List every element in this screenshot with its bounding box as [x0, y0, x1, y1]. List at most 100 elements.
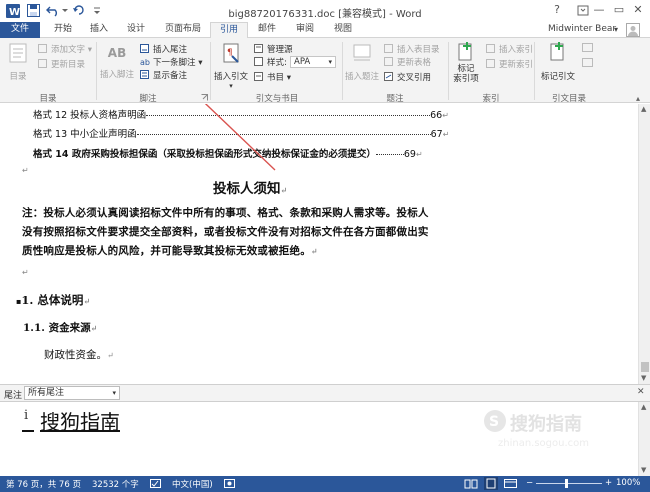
mark-entry-button[interactable]: 标记 索引项 [450, 42, 482, 84]
insert-citation-button[interactable]: ¶ 插入引文 ▾ [214, 42, 248, 90]
insert-footnote-label: 插入脚注 [100, 70, 135, 80]
close-button[interactable]: ✕ [626, 0, 650, 22]
zoom-slider[interactable] [536, 483, 602, 484]
footnote-ab-icon: AB [107, 46, 127, 60]
watermark-text: 搜狗指南 [510, 414, 582, 435]
mark-entry-label: 标记 索引项 [453, 64, 479, 84]
undo-icon[interactable] [46, 4, 62, 18]
style-icon [254, 57, 264, 66]
insert-citation-dropdown-icon: ▾ [229, 82, 233, 90]
endnote-pane-label: 尾注 [4, 391, 23, 401]
citation-style-select[interactable]: APA ▾ [290, 56, 336, 68]
collapse-ribbon-icon[interactable]: ▴ [636, 94, 640, 103]
zoom-level[interactable]: 100% [616, 478, 640, 488]
endnote-pane[interactable]: i 搜狗指南 S 搜狗指南 zhinan.sogou.com [0, 402, 638, 476]
update-table-of-authorities-icon[interactable] [582, 58, 594, 68]
language-indicator[interactable]: 中文(中国) [172, 478, 213, 490]
insert-citation-label: 插入引文 [214, 72, 249, 82]
group-label-footnotes: 脚注 [139, 94, 157, 104]
insert-index-button[interactable]: 插入索引 [486, 43, 533, 55]
add-text-button[interactable]: 添加文字 ▾ [38, 43, 92, 55]
tab-file[interactable]: 文件 [0, 22, 40, 38]
mark-citation-button[interactable]: 标记引文 [538, 42, 578, 82]
insert-caption-label: 插入题注 [344, 72, 379, 82]
group-label-toc: 目录 [39, 94, 57, 104]
scroll-up-icon[interactable]: ▲ [641, 403, 646, 411]
add-text-icon [38, 44, 48, 53]
update-toc-button[interactable]: 更新目录 [38, 58, 85, 70]
scroll-down-icon[interactable]: ▼ [641, 374, 646, 382]
next-footnote-icon: ab [140, 57, 150, 66]
tab-view[interactable]: 视图 [328, 22, 358, 38]
tab-design[interactable]: 设计 [121, 22, 151, 38]
tab-references[interactable]: 引用 [210, 22, 248, 39]
document-area[interactable]: 格式 12 投标人资格声明函 66↵ 格式 13 中小企业声明函 67↵ 格式 14… [0, 104, 638, 384]
insert-endnote-icon [140, 44, 150, 53]
table-of-figures-icon [384, 44, 394, 53]
avatar[interactable] [626, 23, 640, 37]
insert-endnote-button[interactable]: 插入尾注 [140, 43, 187, 55]
insert-footnote-button[interactable]: AB 插入脚注 [100, 42, 134, 80]
watermark-url: zhinan.sogou.com [498, 438, 590, 449]
text-cursor [22, 430, 34, 432]
zoom-in-button[interactable]: + [605, 478, 612, 488]
update-table-button[interactable]: 更新表格 [384, 56, 431, 68]
word-app-icon: W [6, 4, 22, 18]
tab-home[interactable]: 开始 [48, 22, 78, 38]
user-name[interactable]: Midwinter Bear [548, 24, 616, 34]
web-layout-icon[interactable] [504, 479, 518, 489]
word-count[interactable]: 32532 个字 [92, 478, 139, 490]
help-button[interactable]: ? [544, 0, 570, 22]
page-count[interactable]: 第 76 页，共 76 页 [6, 478, 81, 490]
endnote-text: 搜狗指南 [40, 410, 120, 434]
insert-index-icon [486, 44, 496, 53]
close-pane-button[interactable]: ✕ [637, 387, 645, 397]
group-label-citations: 引文与书目 [255, 94, 299, 104]
save-icon[interactable] [27, 4, 43, 18]
show-notes-icon [140, 70, 150, 79]
endnote-filter-select[interactable]: 所有尾注 ▾ [24, 386, 120, 400]
group-divider [210, 42, 211, 100]
bibliography-button[interactable]: 书目 ▾ [254, 71, 291, 83]
proofing-icon[interactable] [150, 479, 162, 489]
tab-mailings[interactable]: 邮件 [252, 22, 282, 38]
user-dropdown-icon[interactable]: ▾ [614, 25, 618, 34]
status-bar: 第 76 页，共 76 页 32532 个字 中文(中国) − + 100% [0, 476, 650, 492]
zoom-slider-thumb[interactable] [565, 479, 568, 488]
update-toc-icon [38, 59, 48, 68]
zoom-out-button[interactable]: − [526, 478, 533, 488]
ribbon-tabs: 文件 开始 插入 设计 页面布局 引用 邮件 审阅 视图 Midwinter B… [0, 22, 650, 39]
footnote-dialog-launcher-icon[interactable] [201, 94, 208, 101]
svg-text:ab: ab [140, 58, 150, 66]
select-dropdown-icon: ▾ [112, 389, 116, 397]
read-mode-icon[interactable] [464, 479, 478, 489]
annotation-arrow [204, 104, 276, 171]
scroll-down-icon[interactable]: ▼ [641, 466, 646, 474]
insert-table-of-figures-button[interactable]: 插入表目录 [384, 43, 440, 55]
endnote-scrollbar[interactable]: ▲ ▼ [638, 402, 650, 476]
manage-sources-button[interactable]: 管理源 [254, 43, 293, 55]
tab-review[interactable]: 审阅 [290, 22, 320, 38]
macro-record-icon[interactable] [224, 479, 236, 489]
tab-insert[interactable]: 插入 [84, 22, 114, 38]
toc-button[interactable]: 目录 [4, 42, 32, 82]
svg-text:S: S [489, 414, 499, 430]
tab-page-layout[interactable]: 页面布局 [160, 22, 206, 38]
endnote-reference-mark: i [24, 408, 29, 423]
print-layout-icon[interactable] [484, 477, 498, 490]
mark-citation-label: 标记引文 [540, 72, 575, 82]
cross-reference-button[interactable]: 交叉引用 [384, 71, 431, 83]
undo-dropdown-icon[interactable] [61, 4, 69, 18]
redo-icon[interactable] [73, 4, 89, 18]
customize-quick-access-icon[interactable] [92, 4, 102, 18]
insert-table-of-authorities-icon[interactable] [582, 43, 594, 53]
next-footnote-button[interactable]: ab 下一条脚注 ▾ [140, 56, 202, 68]
update-index-button[interactable]: 更新索引 [486, 58, 533, 70]
scroll-thumb[interactable] [641, 362, 649, 372]
show-notes-button[interactable]: 显示备注 [140, 69, 187, 81]
insert-caption-button[interactable]: 插入题注 [344, 42, 380, 82]
vertical-scrollbar[interactable]: ▲ ▼ [638, 104, 650, 384]
scroll-up-icon[interactable]: ▲ [641, 105, 646, 113]
update-index-icon [486, 59, 496, 68]
update-table-icon [384, 57, 394, 66]
